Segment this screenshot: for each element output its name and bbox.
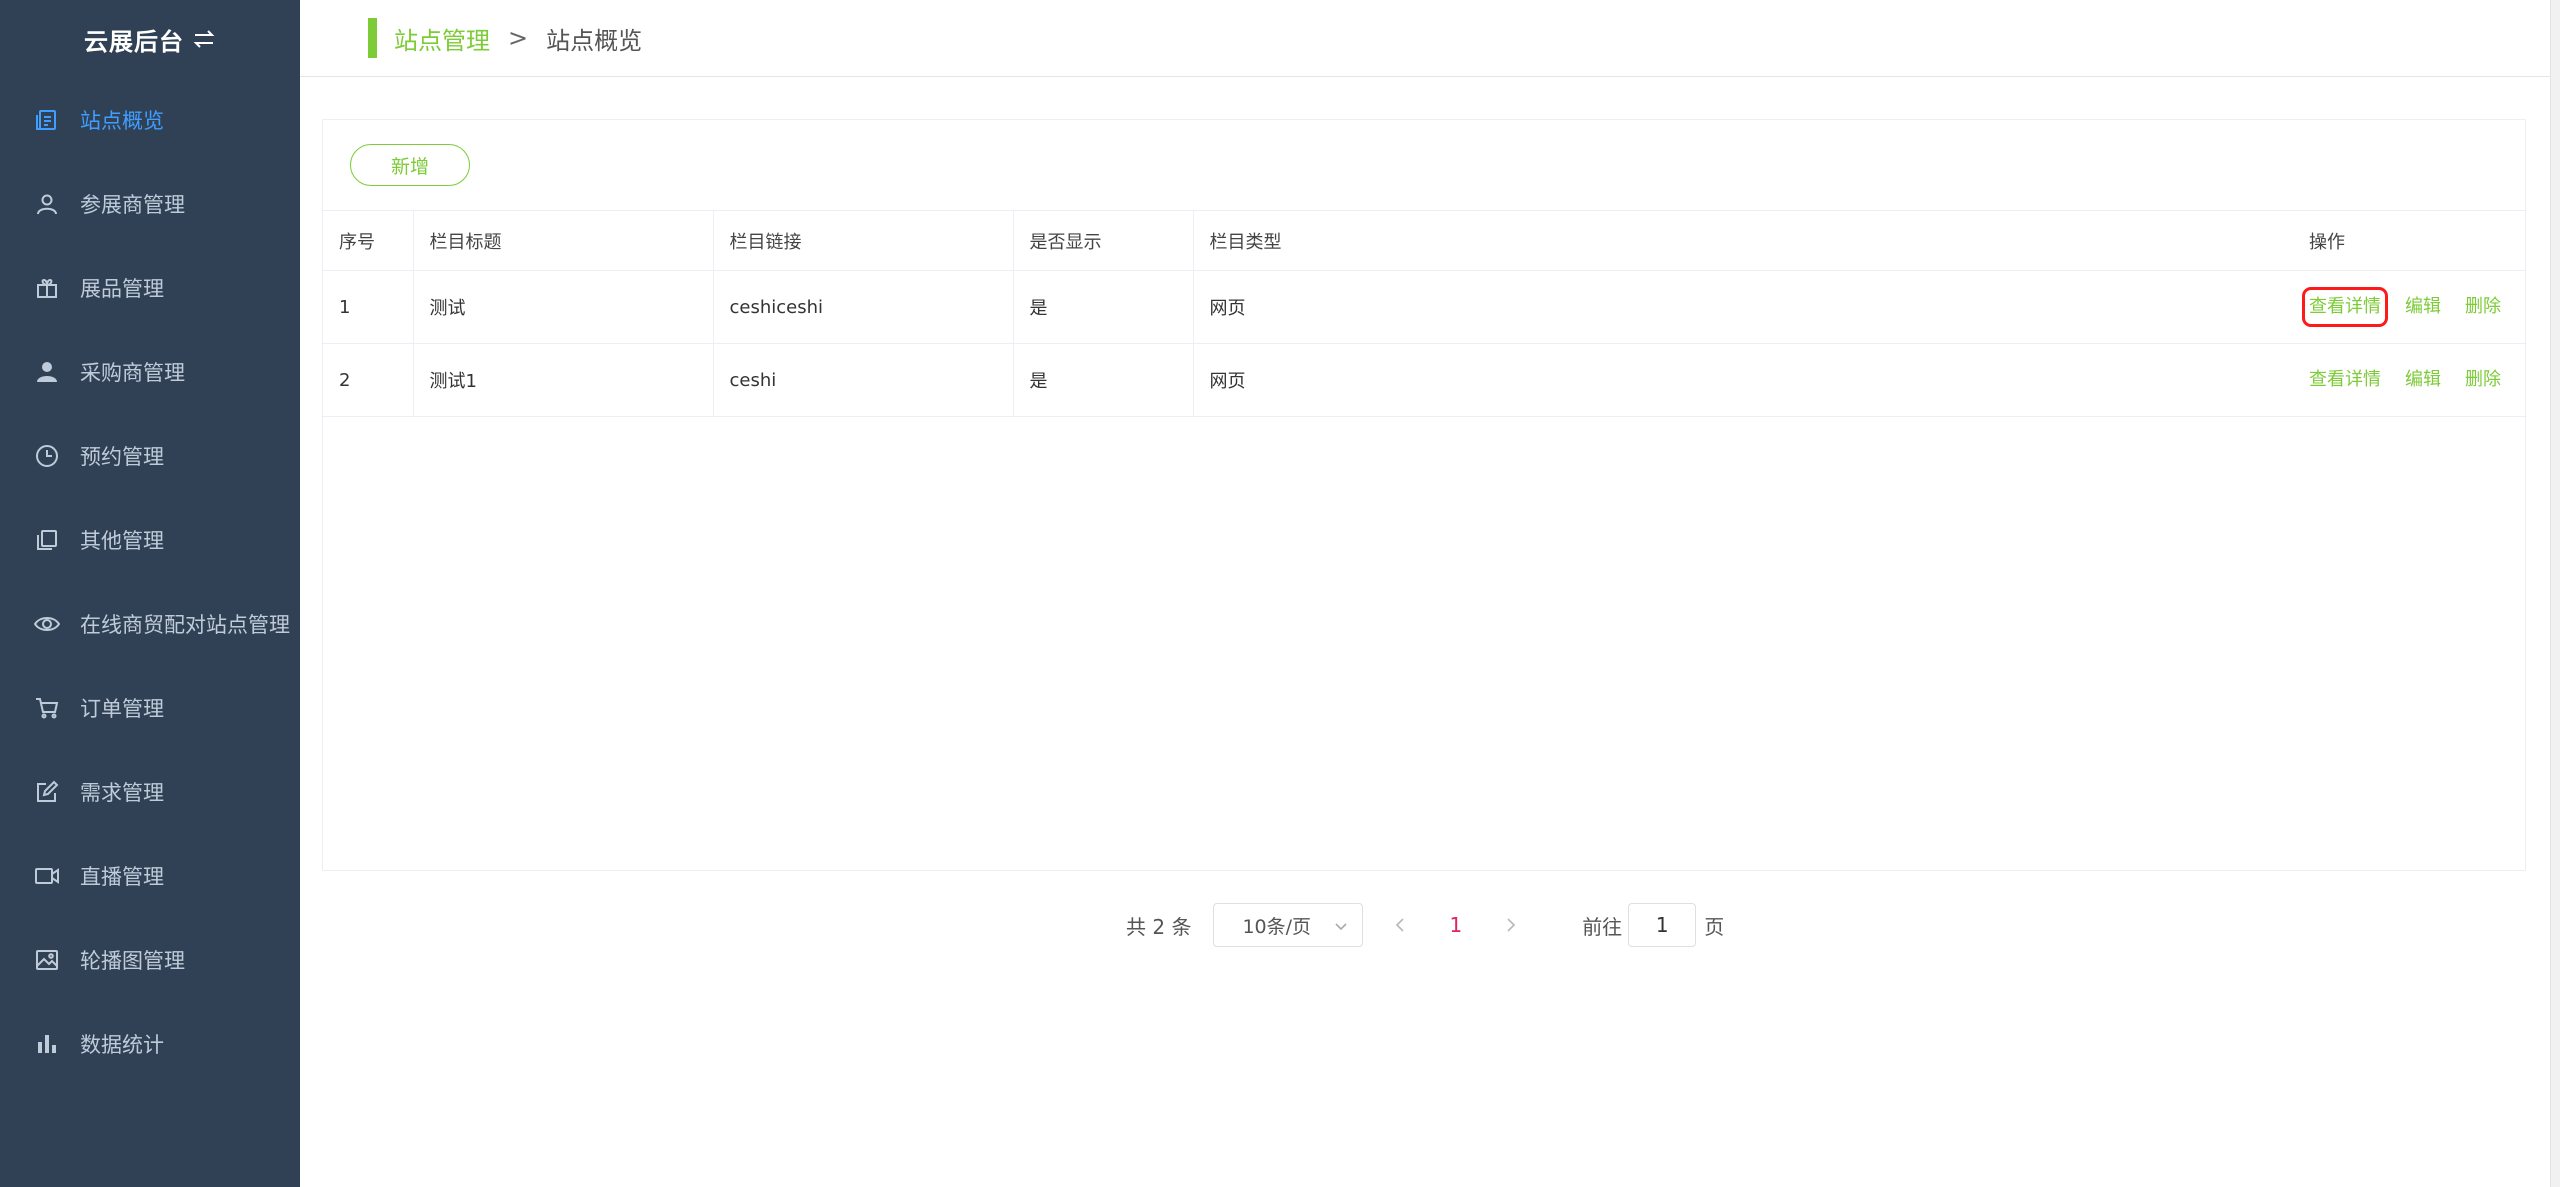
header-index: 序号 bbox=[323, 210, 414, 271]
cart-icon bbox=[34, 695, 60, 721]
cell-index: 2 bbox=[323, 343, 414, 417]
sidebar-item-label: 采购商管理 bbox=[80, 361, 185, 385]
sidebar-item-label: 轮播图管理 bbox=[80, 949, 185, 973]
breadcrumb: 站点管理 > 站点概览 bbox=[300, 0, 2560, 77]
cell-index: 1 bbox=[323, 270, 414, 344]
header-title: 栏目标题 bbox=[413, 210, 714, 271]
sidebar-item-label: 展品管理 bbox=[80, 277, 164, 301]
sidebar-item-demands[interactable]: 需求管理 bbox=[0, 750, 300, 834]
delete-button[interactable]: 删除 bbox=[2465, 294, 2501, 320]
add-button[interactable]: 新增 bbox=[350, 144, 470, 186]
sidebar-item-live[interactable]: 直播管理 bbox=[0, 834, 300, 918]
pagination-total: 共 2 条 bbox=[1126, 914, 1192, 939]
breadcrumb-parent-link[interactable]: 站点管理 bbox=[394, 21, 490, 56]
row-actions: 查看详情 编辑 删除 bbox=[2309, 367, 2525, 393]
sidebar-item-carousel[interactable]: 轮播图管理 bbox=[0, 918, 300, 1002]
sidebar-item-appointments[interactable]: 预约管理 bbox=[0, 414, 300, 498]
content-panel: 新增 序号 栏目标题 栏目链接 是否显示 栏目类型 操作 1 测试 ceshic… bbox=[322, 119, 2526, 871]
sidebar-item-label: 站点概览 bbox=[80, 109, 164, 133]
sidebar-item-label: 需求管理 bbox=[80, 781, 164, 805]
sidebar-item-label: 预约管理 bbox=[80, 445, 164, 469]
sidebar-item-buyers[interactable]: 采购商管理 bbox=[0, 330, 300, 414]
cell-visible: 是 bbox=[1013, 270, 1194, 344]
brand-title: 云展后台 bbox=[84, 27, 184, 56]
cell-actions: 查看详情 编辑 删除 bbox=[2293, 270, 2525, 344]
prev-page-button[interactable] bbox=[1377, 903, 1423, 947]
sidebar-item-label: 数据统计 bbox=[80, 1033, 164, 1057]
sidebar-item-online-matching[interactable]: 在线商贸配对站点管理 bbox=[0, 582, 300, 666]
gift-icon bbox=[34, 275, 60, 301]
page-size-select[interactable]: 10条/页 bbox=[1213, 903, 1364, 947]
cell-title: 测试 bbox=[413, 270, 714, 344]
chevron-left-icon bbox=[1396, 918, 1405, 932]
app-root: 云展后台 站点概览 参展商管理 展品管理 采购商管理 预约管理 其他管理 在线商… bbox=[0, 0, 2560, 1187]
table-header-row: 序号 栏目标题 栏目链接 是否显示 栏目类型 操作 bbox=[323, 210, 2525, 271]
cell-type: 网页 bbox=[1193, 343, 2293, 417]
cell-actions: 查看详情 编辑 删除 bbox=[2293, 343, 2525, 417]
next-page-button[interactable] bbox=[1488, 903, 1534, 947]
view-details-button[interactable]: 查看详情 bbox=[2302, 287, 2388, 327]
sidebar-item-label: 参展商管理 bbox=[80, 193, 185, 217]
edit-button[interactable]: 编辑 bbox=[2405, 367, 2441, 393]
sidebar: 云展后台 站点概览 参展商管理 展品管理 采购商管理 预约管理 其他管理 在线商… bbox=[0, 0, 300, 1187]
page-scrollbar[interactable] bbox=[2550, 0, 2560, 1187]
breadcrumb-accent-bar bbox=[368, 18, 377, 58]
goto-page-input[interactable] bbox=[1628, 903, 1697, 947]
header-type: 栏目类型 bbox=[1193, 210, 2293, 271]
sidebar-item-exhibitors[interactable]: 参展商管理 bbox=[0, 162, 300, 246]
sidebar-item-statistics[interactable]: 数据统计 bbox=[0, 1002, 300, 1086]
toolbar: 新增 bbox=[323, 120, 2525, 210]
sidebar-menu: 站点概览 参展商管理 展品管理 采购商管理 预约管理 其他管理 在线商贸配对站点… bbox=[0, 78, 300, 1086]
swap-icon[interactable] bbox=[192, 29, 216, 49]
brand: 云展后台 bbox=[0, 0, 300, 78]
page-number-current[interactable]: 1 bbox=[1449, 913, 1462, 937]
sidebar-item-label: 订单管理 bbox=[80, 697, 164, 721]
delete-button[interactable]: 删除 bbox=[2465, 367, 2501, 393]
cell-visible: 是 bbox=[1013, 343, 1194, 417]
breadcrumb-separator: > bbox=[508, 24, 529, 52]
table-row: 1 测试 ceshiceshi 是 网页 查看详情 编辑 删除 bbox=[323, 270, 2525, 344]
sidebar-item-label: 直播管理 bbox=[80, 865, 164, 889]
goto-label: 前往 bbox=[1582, 914, 1623, 939]
header-link: 栏目链接 bbox=[713, 210, 1014, 271]
chevron-down-icon bbox=[1334, 914, 1348, 936]
document-icon bbox=[34, 107, 60, 133]
cell-title: 测试1 bbox=[413, 343, 714, 417]
clock-icon bbox=[34, 443, 60, 469]
person-fill-icon bbox=[34, 359, 60, 385]
cell-link: ceshi bbox=[713, 343, 1014, 417]
sidebar-item-label: 在线商贸配对站点管理 bbox=[80, 613, 290, 637]
header-visible: 是否显示 bbox=[1013, 210, 1194, 271]
edit-button[interactable]: 编辑 bbox=[2405, 294, 2441, 320]
view-details-button[interactable]: 查看详情 bbox=[2309, 367, 2381, 393]
chevron-right-icon bbox=[1507, 918, 1516, 932]
sidebar-item-label: 其他管理 bbox=[80, 529, 164, 553]
cell-link: ceshiceshi bbox=[713, 270, 1014, 344]
sidebar-item-other[interactable]: 其他管理 bbox=[0, 498, 300, 582]
user-icon bbox=[34, 191, 60, 217]
columns-table: 序号 栏目标题 栏目链接 是否显示 栏目类型 操作 1 测试 ceshicesh… bbox=[323, 210, 2525, 417]
video-camera-icon bbox=[34, 863, 60, 889]
table-row: 2 测试1 ceshi 是 网页 查看详情 编辑 删除 bbox=[323, 343, 2525, 417]
pagination: 共 2 条 10条/页 1 前往 页 bbox=[1126, 900, 1724, 950]
bar-chart-icon bbox=[34, 1031, 60, 1057]
picture-icon bbox=[34, 947, 60, 973]
sidebar-item-exhibits[interactable]: 展品管理 bbox=[0, 246, 300, 330]
page-suffix: 页 bbox=[1704, 914, 1725, 939]
edit-icon bbox=[34, 779, 60, 805]
breadcrumb-current: 站点概览 bbox=[546, 26, 643, 55]
copy-icon bbox=[34, 527, 60, 553]
sidebar-item-site-overview[interactable]: 站点概览 bbox=[0, 78, 300, 162]
row-actions: 查看详情 编辑 删除 bbox=[2302, 287, 2525, 327]
header-actions: 操作 bbox=[2293, 210, 2525, 271]
sidebar-item-orders[interactable]: 订单管理 bbox=[0, 666, 300, 750]
page-size-value: 10条/页 bbox=[1242, 915, 1312, 938]
eye-icon bbox=[34, 611, 60, 637]
cell-type: 网页 bbox=[1193, 270, 2293, 344]
